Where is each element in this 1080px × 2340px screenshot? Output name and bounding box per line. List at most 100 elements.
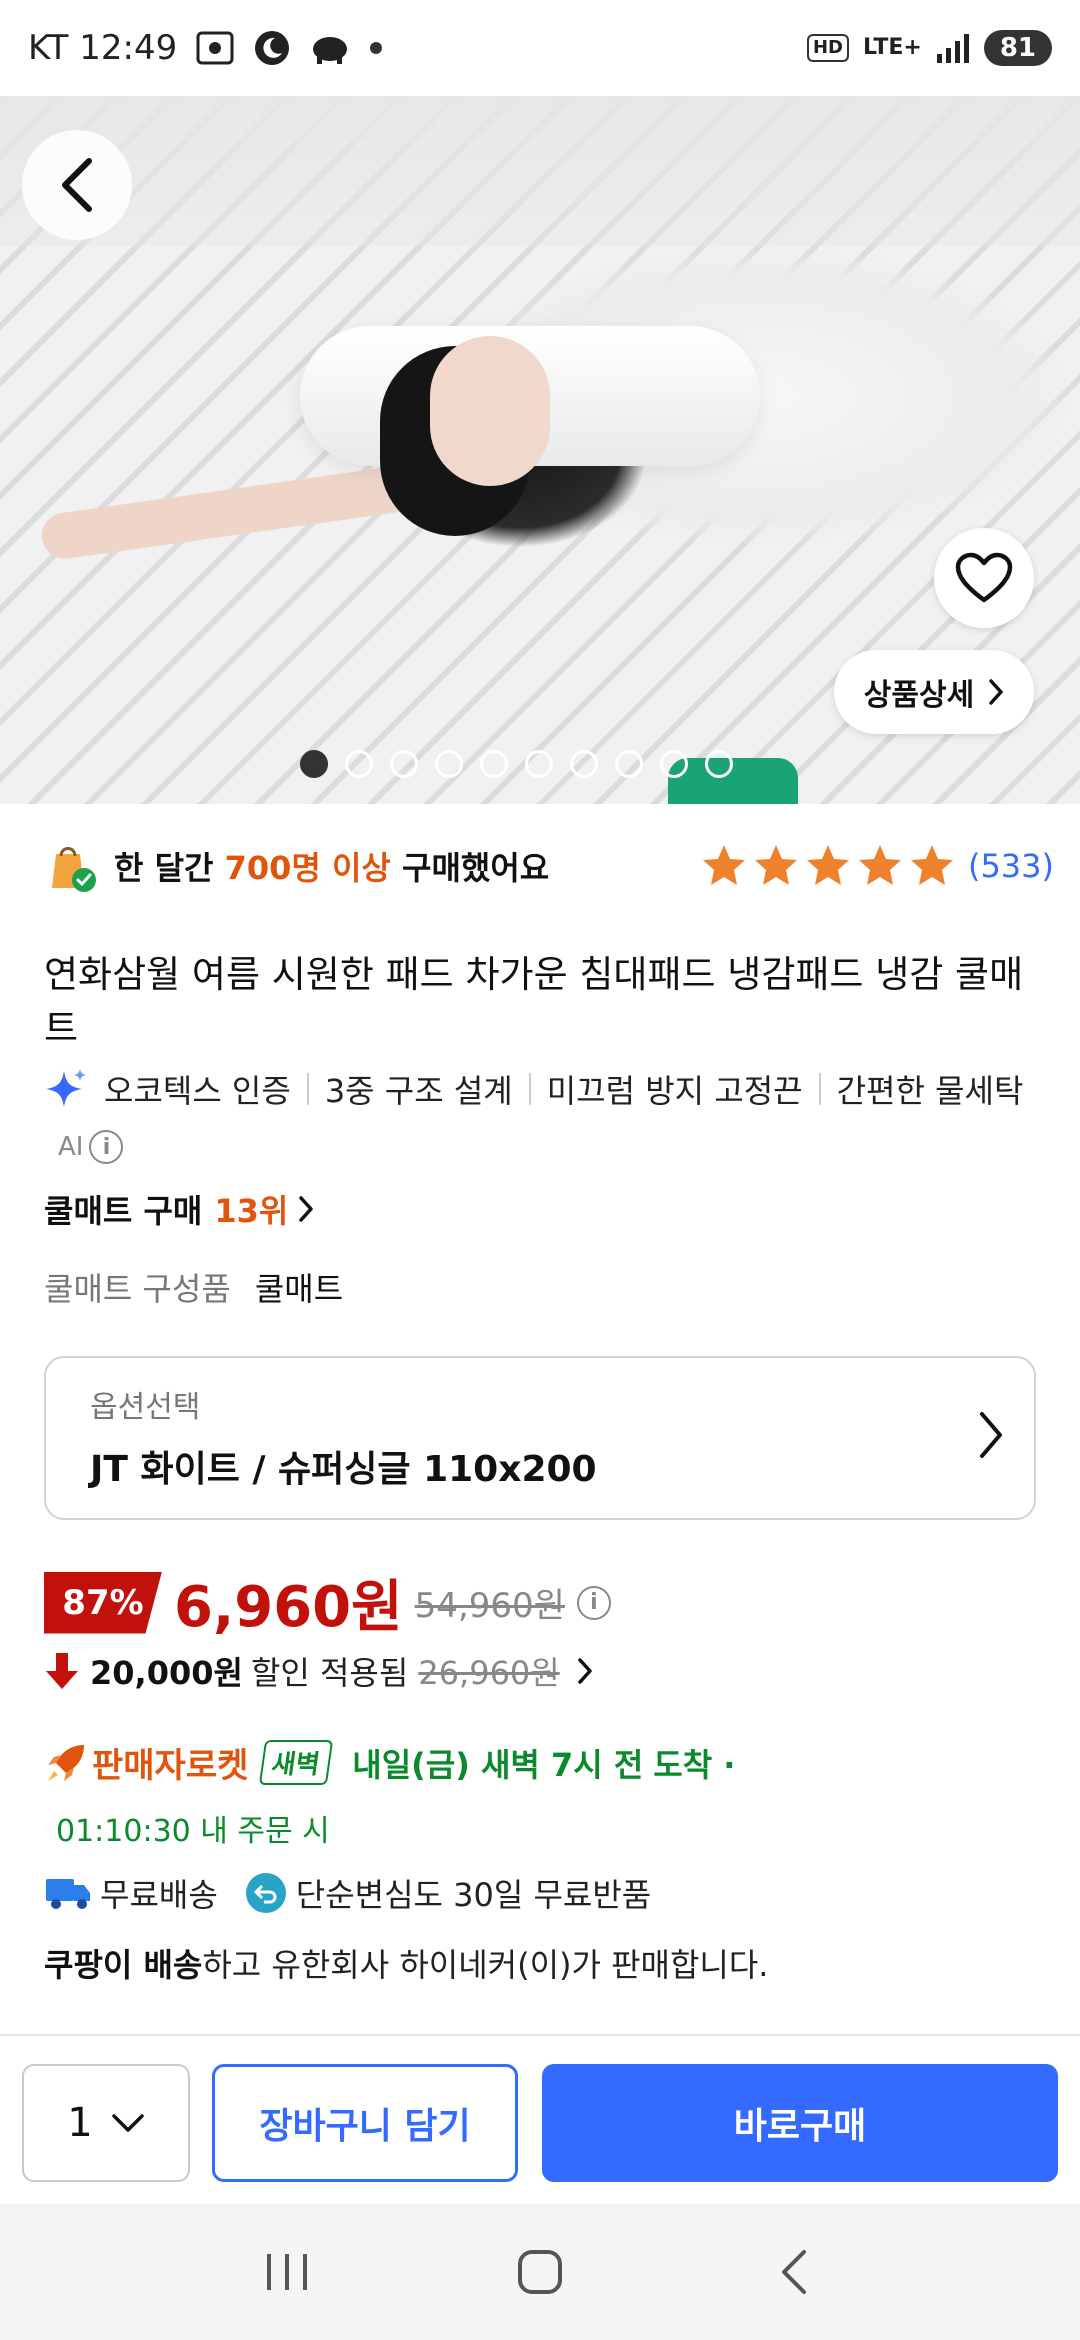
- delivery-suffix: 도착 ·: [653, 1745, 736, 1784]
- screenshot-icon: [195, 30, 235, 66]
- feature-item: 간편한 물세탁: [836, 1072, 1024, 1110]
- original-price: 54,960원: [414, 1586, 565, 1626]
- home-button[interactable]: [500, 2232, 580, 2312]
- back-button[interactable]: [22, 130, 132, 240]
- composition-label: 쿨매트 구성품: [44, 1270, 231, 1308]
- carrier-time: KT 12:49: [28, 28, 178, 68]
- status-left: KT 12:49: [28, 28, 383, 68]
- battery-level: 81: [983, 30, 1052, 66]
- seller-bold: 쿠팡이 배송: [44, 1946, 203, 1984]
- seller-info: 쿠팡이 배송하고 유한회사 하이네커(이)가 판매합니다.: [44, 1940, 768, 1986]
- dawn-delivery-badge: 새벽: [259, 1740, 334, 1785]
- star-icon: [910, 845, 953, 885]
- product-title: 연화삼월 여름 시원한 패드 차가운 침대패드 냉감패드 냉감 쿨매트: [44, 953, 1024, 1050]
- product-detail-label: 상품상세: [863, 678, 975, 713]
- buy-now-button[interactable]: 바로구매: [542, 2064, 1058, 2182]
- ai-label-row[interactable]: AI i: [58, 1130, 124, 1164]
- info-icon[interactable]: i: [89, 1130, 124, 1164]
- carousel-dots[interactable]: [300, 750, 733, 778]
- category-ranking[interactable]: 쿨매트 구매 13위: [44, 1186, 314, 1232]
- stats-highlight: 700명 이상: [224, 849, 391, 887]
- purchase-stats-row: 한 달간 700명 이상 구매했어요 (533): [44, 838, 1054, 894]
- stats-suffix: 구매했어요: [390, 849, 550, 887]
- carousel-dot[interactable]: [480, 750, 508, 778]
- seller-rocket-label: 판매자로켓: [92, 1746, 249, 1786]
- recent-apps-button[interactable]: [247, 2232, 327, 2312]
- chevron-right-icon: [299, 1196, 314, 1222]
- seller-rest: 하고 유한회사 하이네커(이)가 판매합니다.: [202, 1946, 769, 1984]
- chevron-left-icon: [62, 158, 92, 212]
- hero-bedframe: [0, 96, 1080, 246]
- carousel-dot[interactable]: [660, 750, 688, 778]
- order-countdown: 01:10:30 내 주문 시: [56, 1814, 330, 1849]
- star-icon: [702, 845, 745, 885]
- coupon-amount: 20,000원: [90, 1654, 243, 1692]
- ai-feature-summary: 오코텍스 인증 3중 구조 설계 미끄럼 방지 고정끈 간편한 물세탁: [44, 1066, 1054, 1112]
- network-type: LTE+: [862, 35, 922, 60]
- composition-row: 쿨매트 구성품 쿨매트: [44, 1264, 343, 1310]
- quantity-selector[interactable]: 1: [22, 2064, 190, 2182]
- stats-prefix: 한 달간: [114, 849, 225, 887]
- coupon-text: 할인 적용됨: [250, 1654, 409, 1692]
- carousel-dot[interactable]: [525, 750, 553, 778]
- feature-item: 3중 구조 설계: [324, 1072, 513, 1110]
- carousel-dot[interactable]: [615, 750, 643, 778]
- chevron-right-icon: [989, 679, 1003, 705]
- star-icon: [806, 845, 849, 885]
- feature-item: 미끄럼 방지 고정끈: [546, 1072, 803, 1110]
- free-shipping-label: 무료배송: [100, 1876, 218, 1914]
- rocket-icon: [48, 1744, 84, 1781]
- arrow-down-icon: [46, 1653, 78, 1689]
- ranking-label: 쿨매트 구매: [44, 1192, 203, 1230]
- option-selector[interactable]: 옵션선택 JT 화이트 / 슈퍼싱글 110x200: [44, 1356, 1036, 1520]
- feature-item: 오코텍스 인증: [104, 1072, 291, 1110]
- chevron-right-icon: [980, 1412, 1002, 1458]
- coupon-discount-row[interactable]: 20,000원 할인 적용됨 26,960원: [44, 1648, 596, 1694]
- ranking-number: 13위: [214, 1192, 289, 1230]
- back-icon: [782, 2250, 807, 2294]
- return-icon: [245, 1873, 286, 1913]
- rating-stars[interactable]: (533): [700, 842, 1054, 890]
- ai-label: AI: [58, 1132, 84, 1162]
- star-list: [700, 842, 956, 890]
- feature-separator: [528, 1073, 531, 1105]
- sale-price: 6,960원: [174, 1575, 403, 1640]
- carousel-dot[interactable]: [300, 750, 328, 778]
- shipping-row: 무료배송 단순변심도 30일 무료반품: [44, 1870, 651, 1916]
- chevron-down-icon: [111, 2114, 144, 2132]
- star-icon: [858, 845, 901, 885]
- wishlist-button[interactable]: [934, 528, 1034, 628]
- review-count[interactable]: (533): [968, 847, 1054, 885]
- quantity-value: 1: [67, 2100, 93, 2146]
- hd-voice-badge: HD: [806, 34, 849, 62]
- chevron-right-icon: [577, 1658, 592, 1684]
- coupon-original-price: 26,960원: [418, 1654, 560, 1692]
- composition-value: 쿨매트: [254, 1270, 344, 1308]
- price-info-icon[interactable]: i: [576, 1585, 611, 1620]
- carousel-dot[interactable]: [570, 750, 598, 778]
- notification-dot-icon: [369, 41, 383, 55]
- add-to-cart-button[interactable]: 장바구니 담기: [212, 2064, 518, 2182]
- recent-apps-icon: [266, 2254, 307, 2290]
- truck-icon: [46, 1879, 90, 1909]
- carousel-dot[interactable]: [390, 750, 418, 778]
- carousel-dot[interactable]: [705, 750, 733, 778]
- sparkle-icon: [46, 1069, 86, 1107]
- system-back-button[interactable]: [753, 2232, 833, 2312]
- system-nav-bar: [0, 2204, 1080, 2340]
- carousel-dot[interactable]: [345, 750, 373, 778]
- option-value: JT 화이트 / 슈퍼싱글 110x200: [90, 1449, 597, 1490]
- product-hero-image[interactable]: 상품상세: [0, 96, 1080, 804]
- product-detail-button[interactable]: 상품상세: [834, 650, 1034, 734]
- star-icon: [754, 845, 797, 885]
- price-row: 87% 6,960원 54,960원 i: [44, 1562, 611, 1643]
- delivery-row: 판매자로켓 새벽 내일(금) 새벽 7시 전 도착 ·: [44, 1738, 735, 1787]
- carousel-dot[interactable]: [435, 750, 463, 778]
- piggy-bank-icon: [309, 31, 351, 65]
- feature-separator: [818, 1073, 821, 1105]
- feature-separator: [306, 1073, 309, 1105]
- delivery-eta: 내일(금) 새벽 7시 전: [352, 1745, 644, 1784]
- status-bar: KT 12:49 HD LTE+ 81: [0, 0, 1080, 96]
- option-label: 옵션선택: [90, 1390, 201, 1425]
- bottom-action-bar: 1 장바구니 담기 바로구매: [0, 2034, 1080, 2204]
